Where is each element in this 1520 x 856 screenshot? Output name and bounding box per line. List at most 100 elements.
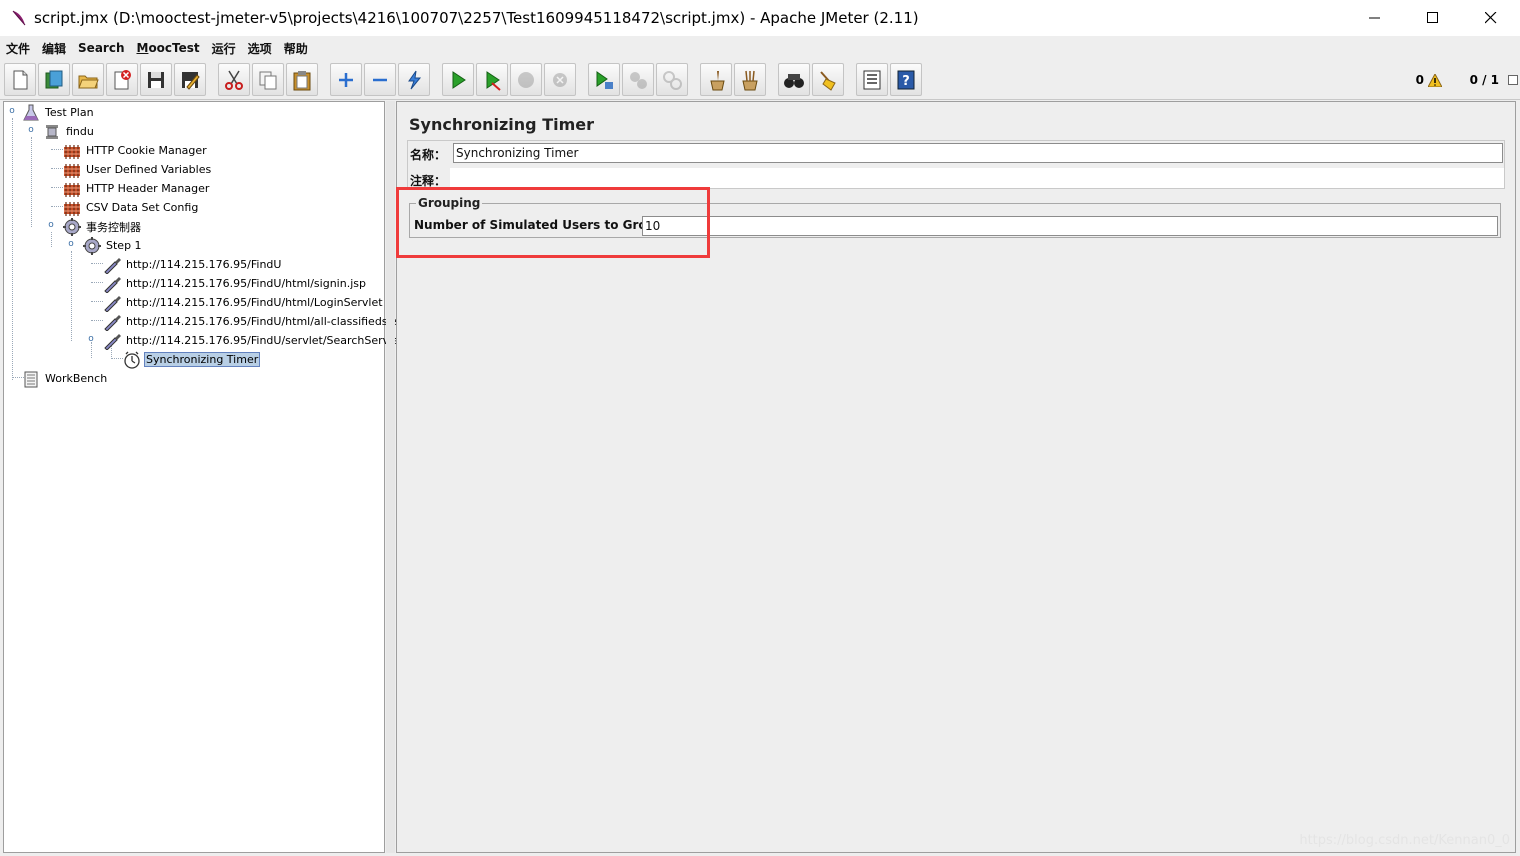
name-field[interactable]: Synchronizing Timer xyxy=(453,143,1503,163)
tree-node-step-1[interactable]: Step 1 xyxy=(83,236,144,255)
menu-search[interactable]: Search xyxy=(78,41,124,55)
templates-button[interactable] xyxy=(38,63,70,96)
name-comment-box: 名称： Synchronizing Timer 注释： xyxy=(407,140,1505,189)
clear-icon xyxy=(710,70,725,90)
tree-node-sampler-findu[interactable]: http://114.215.176.95/FindU xyxy=(103,255,283,274)
remote-stop-icon xyxy=(630,71,647,89)
toolbar: ? 0 0 / 1 xyxy=(0,60,1520,100)
reset-search-button[interactable] xyxy=(812,63,844,96)
config-element-icon xyxy=(64,144,80,159)
warning-indicator[interactable]: 0 xyxy=(1416,73,1442,87)
active-threads: 0 / 1 xyxy=(1469,73,1499,87)
config-element-icon xyxy=(64,182,80,197)
tree-node-transaction-controller[interactable]: 事务控制器 xyxy=(63,217,143,236)
collapse-button[interactable] xyxy=(364,63,396,96)
tree-line xyxy=(51,206,63,207)
tree-line xyxy=(51,187,63,188)
menu-mooctest[interactable]: MoocTest xyxy=(136,41,199,55)
open-icon xyxy=(78,75,99,88)
save-as-button[interactable] xyxy=(174,63,206,96)
close-icon xyxy=(1485,12,1497,24)
config-element-icon xyxy=(64,163,80,178)
controller-icon xyxy=(63,217,81,236)
synchronizing-timer-panel: Synchronizing Timer 名称： Synchronizing Ti… xyxy=(396,101,1516,853)
tree-node-test-plan[interactable]: Test Plan xyxy=(22,103,96,122)
tree-node-header-manager[interactable]: HTTP Header Manager xyxy=(63,179,211,198)
name-label: 名称： xyxy=(410,148,447,162)
save-as-icon xyxy=(182,71,200,90)
remote-shutdown-button[interactable] xyxy=(656,63,688,96)
maximize-button[interactable] xyxy=(1404,0,1462,36)
menu-run[interactable]: 运行 xyxy=(212,40,236,57)
maximize-icon xyxy=(1427,12,1438,23)
expand-handle[interactable]: o xyxy=(46,220,56,230)
start-no-pause-button[interactable] xyxy=(476,63,508,96)
start-button[interactable] xyxy=(442,63,474,96)
status-indicator xyxy=(1508,75,1518,85)
remote-start-icon xyxy=(596,70,613,89)
tree-node-thread-group[interactable]: findu xyxy=(43,122,96,141)
group-by-field[interactable]: 10 xyxy=(642,216,1498,236)
paste-icon xyxy=(293,70,311,90)
expand-button[interactable] xyxy=(330,63,362,96)
split-pane-divider[interactable] xyxy=(386,101,395,853)
cut-icon xyxy=(225,70,243,90)
copy-button[interactable] xyxy=(252,63,284,96)
function-helper-button[interactable] xyxy=(856,63,888,96)
start-no-pause-icon xyxy=(486,70,501,91)
tree-node-sampler-login[interactable]: http://114.215.176.95/FindU/html/LoginSe… xyxy=(103,293,385,312)
stop-icon xyxy=(518,71,534,88)
close-file-button[interactable] xyxy=(106,63,138,96)
tree-node-sampler-search[interactable]: http://114.215.176.95/FindU/servlet/Sear… xyxy=(103,331,405,350)
save-button[interactable] xyxy=(140,63,172,96)
tree-node-sampler-classifieds[interactable]: http://114.215.176.95/FindU/html/all-cla… xyxy=(103,312,409,331)
comment-label: 注释： xyxy=(410,174,447,188)
expand-handle[interactable]: o xyxy=(86,334,96,344)
grouping-box: Grouping Number of Simulated Users to Gr… xyxy=(409,196,1501,238)
menu-edit[interactable]: 编辑 xyxy=(42,40,66,57)
remote-start-button[interactable] xyxy=(588,63,620,96)
tree-node-synchronizing-timer[interactable]: Synchronizing Timer xyxy=(123,350,261,369)
menu-options[interactable]: 选项 xyxy=(248,40,272,57)
search-button[interactable] xyxy=(778,63,810,96)
remote-stop-button[interactable] xyxy=(622,63,654,96)
controller-icon xyxy=(83,236,101,255)
minimize-button[interactable] xyxy=(1346,0,1404,36)
clear-all-button[interactable] xyxy=(734,63,766,96)
search-icon xyxy=(784,73,804,88)
comment-field[interactable] xyxy=(450,168,1504,188)
templates-icon xyxy=(45,70,63,88)
config-element-icon xyxy=(64,201,80,216)
tree-node-user-defined-variables[interactable]: User Defined Variables xyxy=(63,160,213,179)
stop-button[interactable] xyxy=(510,63,542,96)
shutdown-icon xyxy=(553,72,567,87)
test-plan-tree[interactable]: o o o o o Test Plan findu HTTP Cookie Ma… xyxy=(3,101,407,853)
tree-node-sampler-signin[interactable]: http://114.215.176.95/FindU/html/signin.… xyxy=(103,274,368,293)
function-helper-icon xyxy=(863,70,881,89)
title-bar: script.jmx (D:\mooctest-jmeter-v5\projec… xyxy=(0,0,1520,36)
menu-help[interactable]: 帮助 xyxy=(284,40,308,57)
cut-button[interactable] xyxy=(218,63,250,96)
help-button[interactable]: ? xyxy=(890,63,922,96)
expand-handle[interactable]: o xyxy=(7,106,17,116)
svg-text:?: ? xyxy=(902,74,910,89)
tree-node-csv-data-set[interactable]: CSV Data Set Config xyxy=(63,198,200,217)
tree-node-workbench[interactable]: WorkBench xyxy=(22,369,109,388)
clear-button[interactable] xyxy=(700,63,732,96)
open-button[interactable] xyxy=(72,63,104,96)
menu-file[interactable]: 文件 xyxy=(6,40,30,57)
tree-node-cookie-manager[interactable]: HTTP Cookie Manager xyxy=(63,141,209,160)
new-button[interactable] xyxy=(4,63,36,96)
tree-line xyxy=(31,137,32,227)
new-icon xyxy=(13,70,28,89)
expand-handle[interactable]: o xyxy=(26,125,36,135)
shutdown-button[interactable] xyxy=(544,63,576,96)
expand-handle[interactable]: o xyxy=(66,239,76,249)
paste-button[interactable] xyxy=(286,63,318,96)
sampler-icon xyxy=(104,333,121,350)
toggle-button[interactable] xyxy=(398,63,430,96)
warning-icon xyxy=(1428,73,1442,87)
tree-line xyxy=(111,358,123,359)
copy-icon xyxy=(259,71,277,89)
close-button[interactable] xyxy=(1462,0,1520,36)
